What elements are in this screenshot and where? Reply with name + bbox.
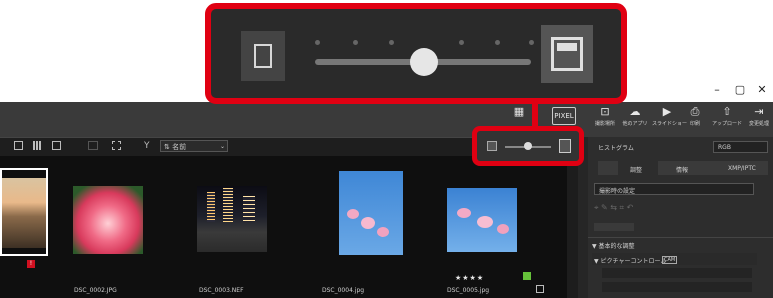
- thumbnail-dsc0003[interactable]: [197, 186, 267, 252]
- export-icon: ⇥: [754, 105, 764, 118]
- landscape-image: [2, 178, 46, 248]
- thumbnail-caption: DSC_0002.JPG: [74, 287, 117, 294]
- print-button[interactable]: ⎙ 印刷: [684, 104, 706, 136]
- divider: [588, 237, 773, 238]
- other-apps-button[interactable]: ☁ 他のアプリ: [620, 104, 650, 136]
- basic-adjust-section[interactable]: ▼ 基本的な調整: [592, 241, 635, 250]
- preset-dropdown[interactable]: 撮影時の設定: [594, 183, 754, 195]
- channel-dropdown[interactable]: RGB: [713, 141, 768, 153]
- grid-icon: ▦: [513, 105, 525, 118]
- thumbnail-caption: DSC_0003.NEF: [199, 287, 244, 294]
- histogram-label: ヒストグラム: [598, 145, 634, 152]
- zoomed-slider-callout: [205, 3, 627, 104]
- adjust-tools-icons[interactable]: ⌖ ✎ ⇆ ⌗ ↶: [594, 203, 689, 213]
- thumbnail-dsc0004[interactable]: [339, 171, 403, 255]
- chevron-down-icon: ⌄: [219, 143, 225, 150]
- callout-connector: [532, 100, 538, 128]
- right-panel: ヒストグラム RGB 調整 情報 XMP/IPTC 撮影時の設定 ⌖ ✎ ⇆ ⌗…: [588, 137, 773, 298]
- filter-icon[interactable]: Y: [144, 140, 150, 152]
- thumbnail-dsc0002[interactable]: [73, 186, 143, 254]
- slider-thumb[interactable]: [524, 142, 532, 150]
- play-icon: ▶: [662, 105, 672, 118]
- slider-tick: [495, 40, 500, 45]
- printer-icon: ⎙: [690, 105, 700, 118]
- slider-tick: [459, 40, 464, 45]
- single-view-icon[interactable]: [52, 141, 61, 150]
- thumbnail-caption: DSC_0005.jpg: [447, 287, 490, 294]
- compare-icon[interactable]: [88, 141, 98, 150]
- upload-icon: ⇧: [722, 105, 732, 118]
- location-button[interactable]: ⊡ 撮影場所: [590, 104, 620, 136]
- pixel-icon: PIXEL: [552, 107, 576, 125]
- thumbnail-caption: DSC_0004.jpg: [322, 287, 365, 294]
- map-icon: ⊡: [600, 105, 610, 118]
- filmstrip-view-icon[interactable]: [14, 141, 23, 150]
- picture-control-field[interactable]: [602, 268, 752, 278]
- sort-dropdown[interactable]: ⇅ 名前 ⌄: [160, 140, 228, 152]
- cam-badge: CAM: [662, 256, 678, 264]
- tab-xmp[interactable]: XMP/IPTC: [728, 165, 756, 172]
- slider-tick: [353, 40, 358, 45]
- star-rating[interactable]: ★★★★: [455, 274, 484, 282]
- large-size-icon[interactable]: [559, 139, 571, 153]
- slider-thumb-zoomed[interactable]: [410, 48, 438, 76]
- apps-icon: ☁: [629, 105, 641, 118]
- slideshow-button[interactable]: ▶ スライドショー: [652, 104, 687, 136]
- small-thumbnail-size-icon[interactable]: [241, 31, 285, 81]
- thumbnail-selected[interactable]: [0, 168, 48, 256]
- fit-icon[interactable]: [112, 141, 121, 150]
- slider-tick: [315, 40, 320, 45]
- disabled-option: [594, 223, 634, 231]
- tab-adjust[interactable]: 調整: [618, 161, 658, 175]
- large-thumbnail-size-icon[interactable]: [541, 25, 593, 83]
- thumbnail-grid-icon[interactable]: [33, 141, 42, 150]
- slider-tick: [529, 40, 534, 45]
- edit-icon[interactable]: [536, 285, 544, 293]
- thumbnail-size-slider-highlight: [472, 126, 584, 166]
- image-browser: ! DSC_0002.JPG DSC_0003.NEF DSC_0004.jpg…: [0, 156, 588, 298]
- slider-tick: [389, 40, 394, 45]
- label-badge: [523, 272, 531, 280]
- picture-control-field[interactable]: [602, 282, 752, 292]
- alert-badge: !: [27, 260, 35, 268]
- batch-process-button[interactable]: ⇥ 変更処理: [745, 104, 773, 136]
- upload-button[interactable]: ⇧ アップロード: [712, 104, 742, 136]
- tab-info[interactable]: 情報: [676, 165, 688, 174]
- close-button[interactable]: ✕: [748, 80, 773, 100]
- thumbnail-dsc0005[interactable]: [447, 188, 517, 252]
- picture-control-section[interactable]: ▼ ピクチャーコントロール CAM: [592, 253, 757, 265]
- small-size-icon[interactable]: [487, 141, 497, 151]
- browser-scrollbar[interactable]: [567, 156, 578, 298]
